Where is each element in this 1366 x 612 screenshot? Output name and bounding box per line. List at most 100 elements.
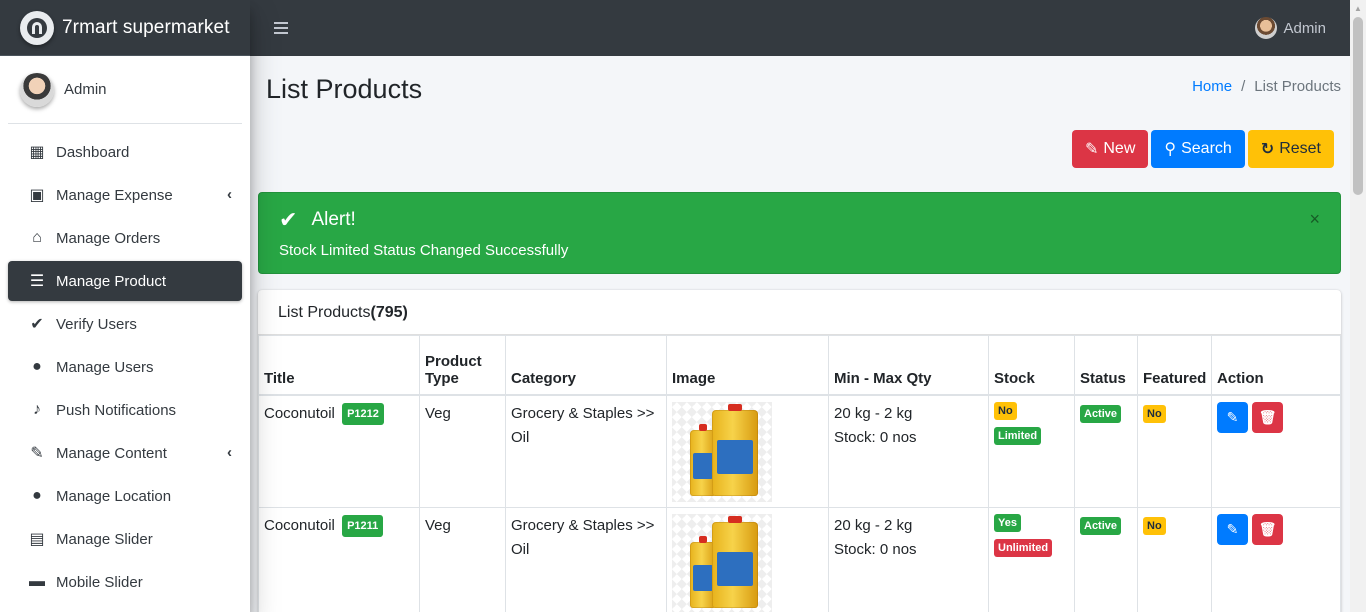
- brand-text: 7rmart supermarket: [62, 16, 230, 38]
- brand-logo-icon: [20, 10, 54, 45]
- top-user-menu[interactable]: Admin: [1255, 17, 1326, 39]
- sidebar-nav: ▦ Dashboard ▣ Manage Expense ‹ ⌂ Manage Orders…: [0, 132, 250, 602]
- edit-button[interactable]: ✎: [1217, 513, 1248, 545]
- column-header[interactable]: Category: [505, 335, 667, 396]
- column-header[interactable]: Title: [258, 335, 420, 396]
- breadcrumb-home-link[interactable]: Home: [1192, 78, 1232, 95]
- sidebar-item-mobile-slider[interactable]: ▬ Mobile Slider: [8, 562, 242, 602]
- sidebar-item-label: Manage Orders: [56, 229, 161, 247]
- column-header[interactable]: Action: [1211, 335, 1341, 396]
- product-image[interactable]: [672, 513, 772, 612]
- menu-toggle-icon[interactable]: [274, 22, 288, 34]
- delete-button[interactable]: 🗑: [1252, 401, 1284, 433]
- sidebar-item-manage-content[interactable]: ✎ Manage Content ‹: [8, 433, 242, 473]
- dashboard-icon: ▦: [29, 144, 45, 161]
- stock-badge[interactable]: Yes: [994, 513, 1021, 532]
- featured-badge[interactable]: No: [1143, 516, 1166, 535]
- sidebar-item-label: Dashboard: [56, 143, 130, 161]
- search-button[interactable]: ⚲ Search: [1151, 130, 1245, 168]
- product-code-badge: P1212: [342, 402, 384, 425]
- basket-icon: ⌂: [32, 229, 42, 246]
- close-icon[interactable]: ×: [1309, 209, 1320, 230]
- sidebar-item-manage-expense[interactable]: ▣ Manage Expense ‹: [8, 175, 242, 215]
- edit-button[interactable]: ✎: [1217, 401, 1248, 433]
- column-header[interactable]: Stock: [988, 335, 1075, 396]
- sidebar-item-dashboard[interactable]: ▦ Dashboard: [8, 132, 242, 172]
- sidebar-item-verify-users[interactable]: ✔ Verify Users: [8, 304, 242, 344]
- sidebar-item-label: Manage Slider: [56, 530, 153, 548]
- sidebar-item-manage-location[interactable]: ● Manage Location: [8, 476, 242, 516]
- column-header[interactable]: Product Type: [419, 335, 506, 396]
- map-marker-icon: ●: [32, 487, 42, 504]
- column-header[interactable]: Image: [666, 335, 829, 396]
- status-badge[interactable]: Active: [1080, 516, 1122, 535]
- brand-link[interactable]: 7rmart supermarket: [0, 0, 250, 56]
- cell-title: Coconutoil P1211: [258, 506, 420, 612]
- cell-qty: 20 kg - 2 kg Stock: 0 nos: [828, 394, 989, 508]
- list-check-icon: ☰: [29, 273, 45, 290]
- alert-message: Stock Limited Status Changed Successfull…: [279, 242, 569, 259]
- cell-action: ✎ 🗑: [1211, 394, 1341, 508]
- stock-badge[interactable]: No: [994, 401, 1017, 420]
- alert-title: Alert!: [311, 209, 356, 230]
- card-title: List Products(795): [258, 290, 1341, 335]
- user-avatar: [20, 72, 54, 107]
- products-table: Title Product Type Category Image Min - Max …: [258, 335, 1341, 612]
- top-user-name: Admin: [1283, 19, 1326, 37]
- product-image[interactable]: [672, 401, 772, 502]
- new-button[interactable]: ✎ New: [1071, 130, 1149, 168]
- product-title: Coconutoil: [264, 516, 335, 534]
- edit-icon: ✎: [1226, 409, 1239, 425]
- cell-category: Grocery & Staples >> Oil: [505, 506, 667, 612]
- min-max-qty: 20 kg - 2 kg: [834, 516, 913, 534]
- chevron-left-icon: ‹: [227, 186, 232, 203]
- product-count: (795): [370, 304, 408, 321]
- sidebar-item-manage-orders[interactable]: ⌂ Manage Orders: [8, 218, 242, 258]
- user-panel[interactable]: Admin: [8, 56, 242, 124]
- check-icon: ✔: [279, 207, 298, 232]
- featured-badge[interactable]: No: [1143, 404, 1166, 423]
- sidebar-item-manage-slider[interactable]: ▤ Manage Slider: [8, 519, 242, 559]
- cell-featured: No: [1137, 506, 1212, 612]
- sidebar-item-label: Manage Expense: [56, 186, 173, 204]
- page-scrollbar[interactable]: ▲: [1350, 0, 1366, 612]
- card-title-text: List Products: [278, 304, 371, 321]
- product-title: Coconutoil: [264, 404, 335, 422]
- min-max-qty: 20 kg - 2 kg: [834, 404, 913, 422]
- cell-qty: 20 kg - 2 kg Stock: 0 nos: [828, 506, 989, 612]
- cell-category: Grocery & Staples >> Oil: [505, 394, 667, 508]
- success-alert: ✔ Alert! Stock Limited Status Changed Su…: [258, 192, 1341, 274]
- products-card: List Products(795) Title Product Type Cate…: [258, 290, 1341, 612]
- chevron-left-icon: ‹: [227, 444, 232, 461]
- sync-icon: ↻: [1260, 141, 1275, 158]
- sidebar: 7rmart supermarket Admin ▦ Dashboard ▣ Mana…: [0, 0, 250, 612]
- delete-button[interactable]: 🗑: [1252, 513, 1284, 545]
- cell-stock: Yes Unlimited: [988, 506, 1075, 612]
- sidebar-item-manage-product[interactable]: ☰ Manage Product: [8, 261, 242, 301]
- sidebar-item-label: Verify Users: [56, 315, 137, 333]
- column-header[interactable]: Featured: [1137, 335, 1212, 396]
- status-badge[interactable]: Active: [1080, 404, 1122, 423]
- reset-button[interactable]: ↻ Reset: [1247, 130, 1334, 168]
- sidebar-item-label: Manage Product: [56, 272, 167, 290]
- cell-image: [666, 394, 829, 508]
- column-header[interactable]: Min - Max Qty: [828, 335, 989, 396]
- alert-heading: ✔ Alert!: [279, 207, 356, 233]
- cell-product-type: Veg: [419, 394, 506, 508]
- cell-status: Active: [1074, 394, 1138, 508]
- stock-limit-badge[interactable]: Unlimited: [994, 538, 1053, 557]
- table-row: Coconutoil P1211 Veg Grocery & Staples >> …: [258, 506, 1341, 612]
- stock-limit-badge[interactable]: Limited: [994, 426, 1042, 445]
- user-name: Admin: [64, 81, 107, 98]
- breadcrumb-separator: /: [1241, 78, 1246, 95]
- top-user-avatar: [1255, 17, 1278, 39]
- cell-status: Active: [1074, 506, 1138, 612]
- scroll-thumb[interactable]: [1353, 17, 1363, 195]
- images-icon: ▤: [29, 531, 45, 548]
- product-code-badge: P1211: [342, 514, 384, 537]
- scroll-up-icon[interactable]: ▲: [1350, 0, 1366, 16]
- cell-action: ✎ 🗑: [1211, 506, 1341, 612]
- sidebar-item-push-notifications[interactable]: ♪ Push Notifications: [8, 390, 242, 430]
- sidebar-item-manage-users[interactable]: ● Manage Users: [8, 347, 242, 387]
- column-header[interactable]: Status: [1074, 335, 1138, 396]
